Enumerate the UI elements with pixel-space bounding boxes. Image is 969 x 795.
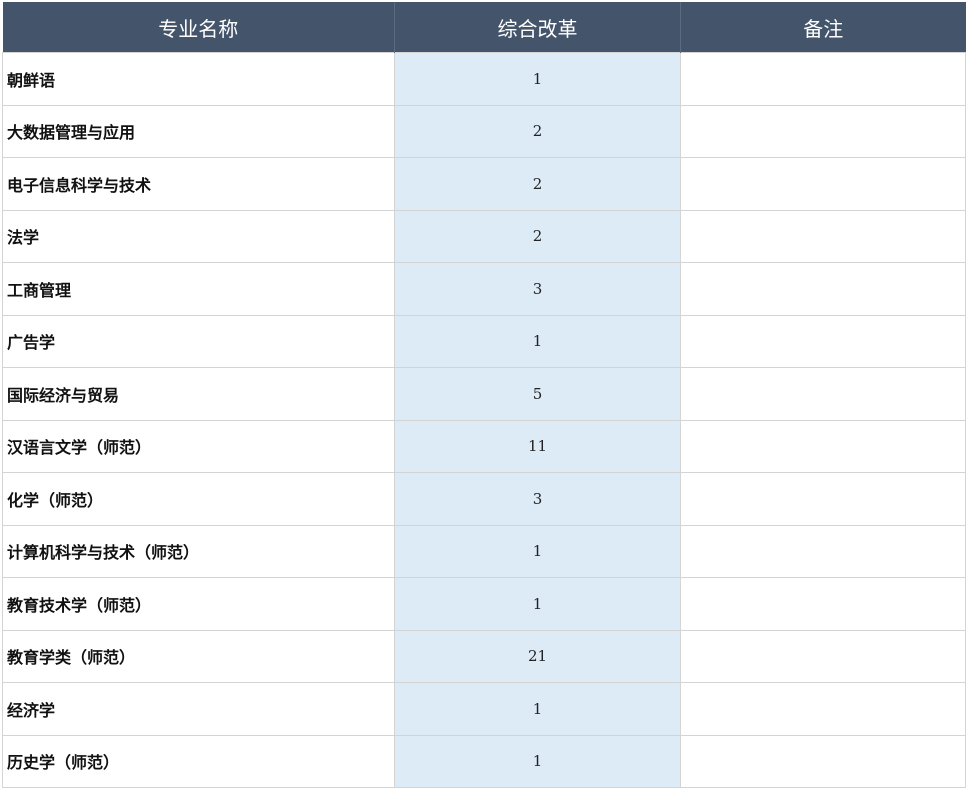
cell-reform-count[interactable]: 2 <box>394 104 681 158</box>
cell-reform-count[interactable]: 1 <box>394 524 681 578</box>
cell-major-name[interactable]: 广告学 <box>2 314 395 368</box>
table-row: 大数据管理与应用 2 <box>2 104 966 158</box>
table-row: 教育学类（师范） 21 <box>2 629 966 683</box>
cell-reform-count[interactable]: 2 <box>394 157 681 211</box>
cell-reform-count[interactable]: 1 <box>394 52 681 106</box>
cell-remarks[interactable] <box>680 682 966 736</box>
table-row: 教育技术学（师范） 1 <box>2 577 966 631</box>
header-remarks[interactable]: 备注 <box>680 2 966 53</box>
cell-major-name[interactable]: 国际经济与贸易 <box>2 367 395 421</box>
table-row: 汉语言文学（师范） 11 <box>2 419 966 473</box>
table-row: 化学（师范） 3 <box>2 472 966 526</box>
cell-remarks[interactable] <box>680 314 966 368</box>
cell-reform-count[interactable]: 1 <box>394 314 681 368</box>
header-reform-count[interactable]: 综合改革 <box>394 2 681 53</box>
cell-major-name[interactable]: 法学 <box>2 209 395 263</box>
cell-reform-count[interactable]: 1 <box>394 734 681 788</box>
cell-reform-count[interactable]: 21 <box>394 629 681 683</box>
cell-remarks[interactable] <box>680 629 966 683</box>
cell-major-name[interactable]: 朝鲜语 <box>2 52 395 106</box>
header-row: 专业名称 综合改革 备注 <box>2 2 966 53</box>
cell-remarks[interactable] <box>680 262 966 316</box>
cell-major-name[interactable]: 工商管理 <box>2 262 395 316</box>
table-row: 法学 2 <box>2 209 966 263</box>
cell-major-name[interactable]: 计算机科学与技术（师范） <box>2 524 395 578</box>
table-row: 计算机科学与技术（师范） 1 <box>2 524 966 578</box>
table-row: 工商管理 3 <box>2 262 966 316</box>
cell-major-name[interactable]: 电子信息科学与技术 <box>2 157 395 211</box>
table-row: 历史学（师范） 1 <box>2 734 966 788</box>
cell-reform-count[interactable]: 1 <box>394 577 681 631</box>
cell-remarks[interactable] <box>680 209 966 263</box>
cell-remarks[interactable] <box>680 157 966 211</box>
cell-major-name[interactable]: 化学（师范） <box>2 472 395 526</box>
cell-reform-count[interactable]: 3 <box>394 262 681 316</box>
cell-reform-count[interactable]: 1 <box>394 682 681 736</box>
cell-reform-count[interactable]: 5 <box>394 367 681 421</box>
cell-remarks[interactable] <box>680 472 966 526</box>
cell-major-name[interactable]: 教育技术学（师范） <box>2 577 395 631</box>
cell-remarks[interactable] <box>680 419 966 473</box>
table-header: 专业名称 综合改革 备注 <box>2 2 966 53</box>
spreadsheet-table-container: 专业名称 综合改革 备注 朝鲜语 1 大数据管理与应用 2 电子信息科学与技术 … <box>2 2 966 788</box>
cell-remarks[interactable] <box>680 367 966 421</box>
table-row: 广告学 1 <box>2 314 966 368</box>
cell-major-name[interactable]: 大数据管理与应用 <box>2 104 395 158</box>
header-major-name[interactable]: 专业名称 <box>2 2 395 53</box>
major-reform-table: 专业名称 综合改革 备注 朝鲜语 1 大数据管理与应用 2 电子信息科学与技术 … <box>2 2 966 788</box>
cell-remarks[interactable] <box>680 577 966 631</box>
cell-remarks[interactable] <box>680 52 966 106</box>
cell-reform-count[interactable]: 3 <box>394 472 681 526</box>
cell-major-name[interactable]: 汉语言文学（师范） <box>2 419 395 473</box>
cell-reform-count[interactable]: 11 <box>394 419 681 473</box>
table-row: 经济学 1 <box>2 682 966 736</box>
cell-major-name[interactable]: 教育学类（师范） <box>2 629 395 683</box>
cell-remarks[interactable] <box>680 734 966 788</box>
table-row: 朝鲜语 1 <box>2 52 966 106</box>
cell-remarks[interactable] <box>680 104 966 158</box>
cell-reform-count[interactable]: 2 <box>394 209 681 263</box>
table-body: 朝鲜语 1 大数据管理与应用 2 电子信息科学与技术 2 法学 2 工商管理 3… <box>2 52 966 788</box>
table-row: 国际经济与贸易 5 <box>2 367 966 421</box>
cell-major-name[interactable]: 历史学（师范） <box>2 734 395 788</box>
cell-major-name[interactable]: 经济学 <box>2 682 395 736</box>
table-row: 电子信息科学与技术 2 <box>2 157 966 211</box>
cell-remarks[interactable] <box>680 524 966 578</box>
